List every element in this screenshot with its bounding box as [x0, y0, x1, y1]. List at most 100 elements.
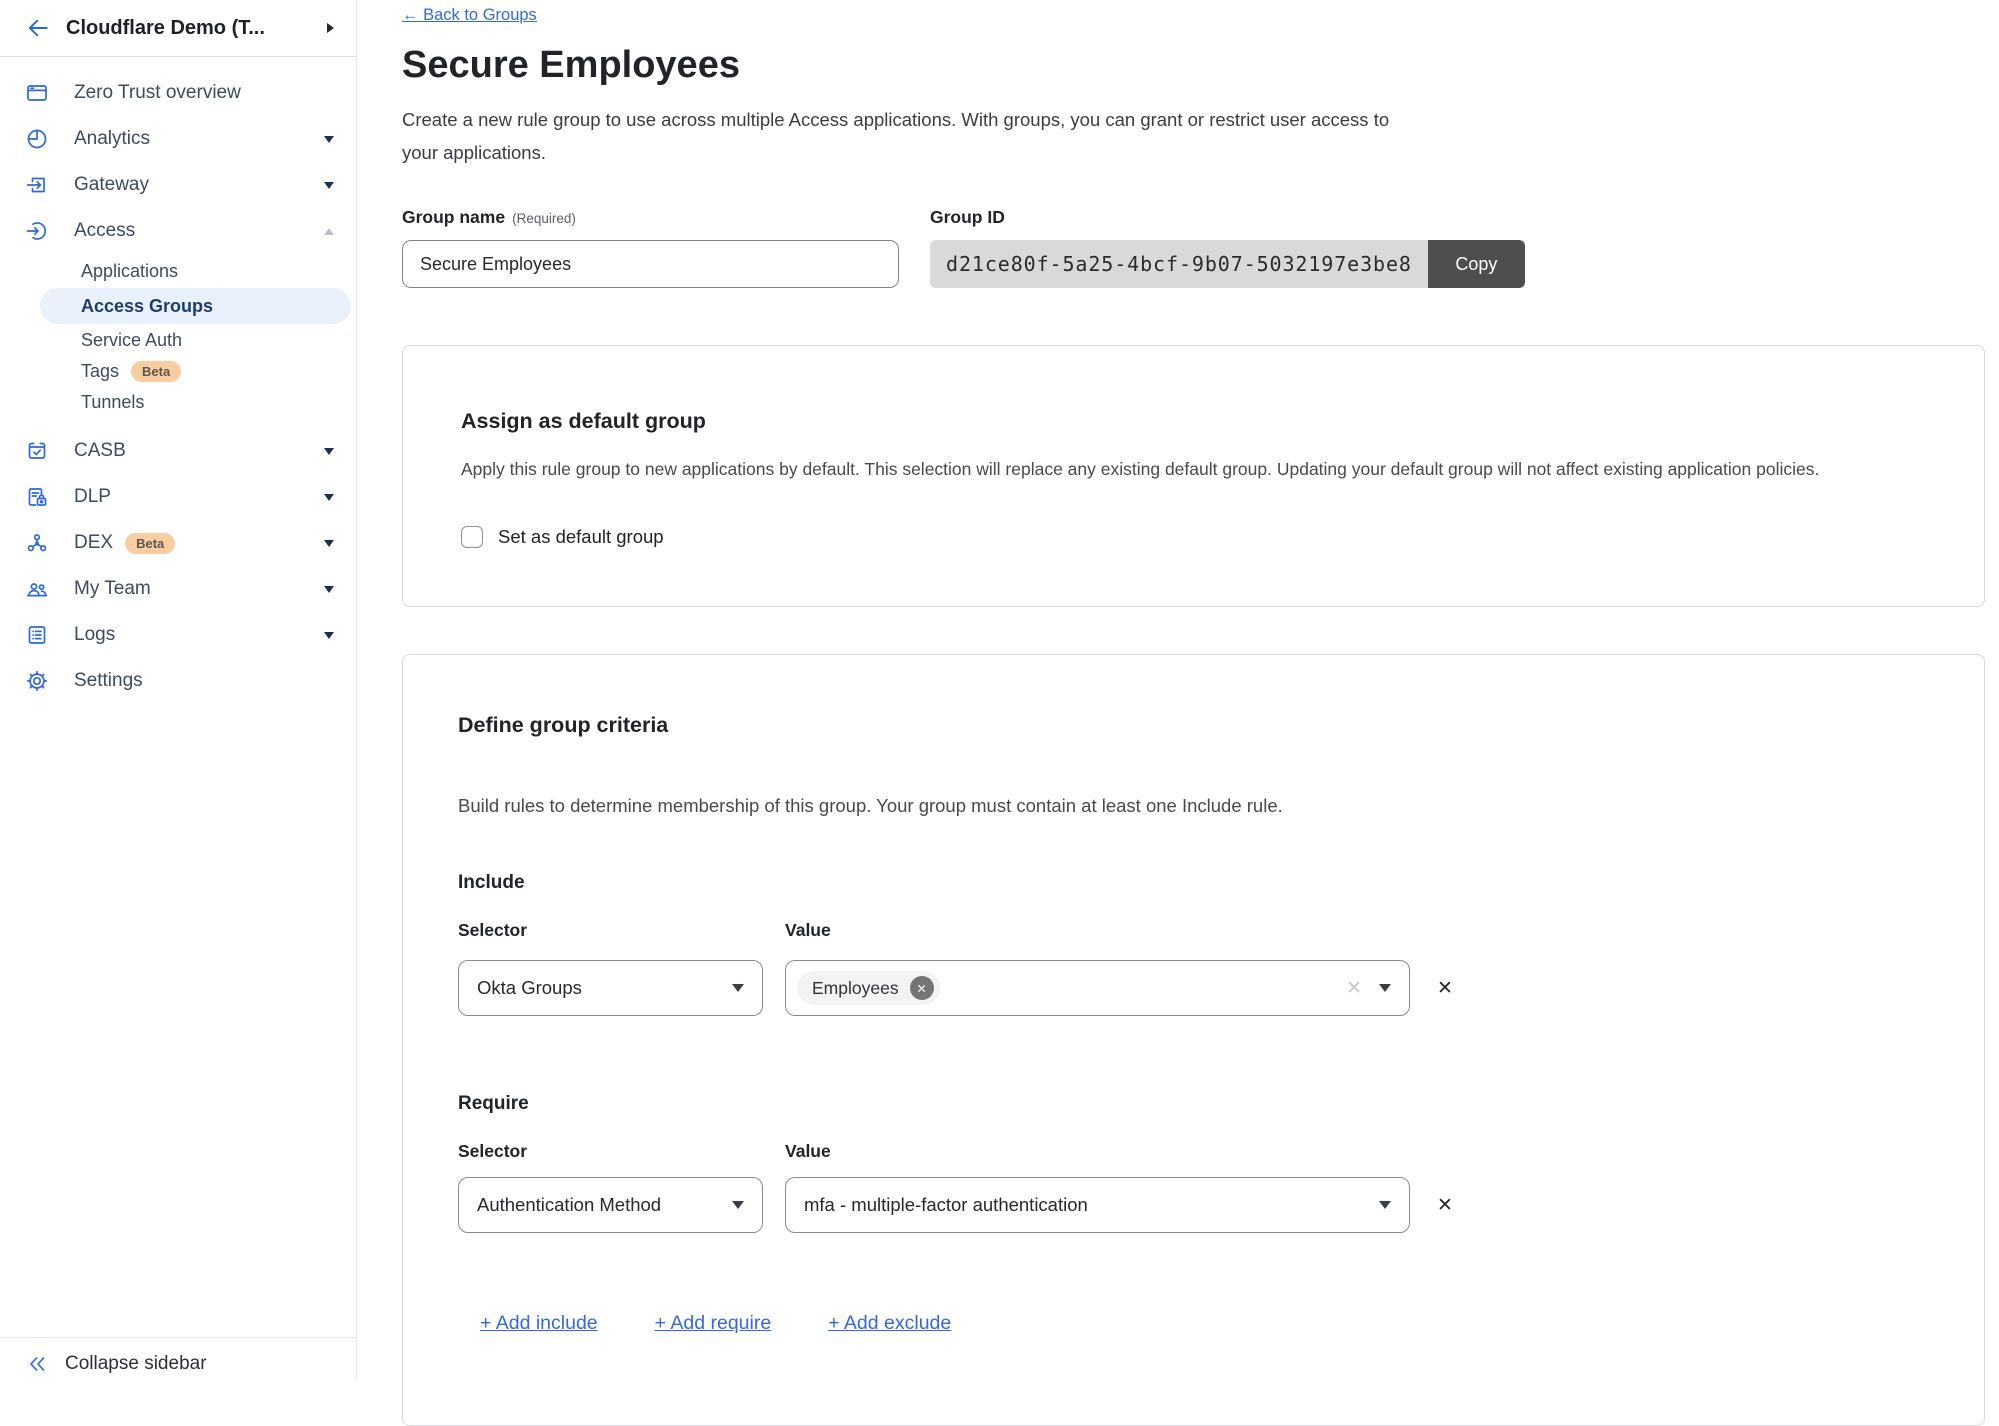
beta-badge: Beta	[131, 361, 181, 382]
sidebar-item-label: DLP	[74, 486, 324, 508]
include-rule-row: Okta Groups Employees ✕ ✕ ✕	[458, 960, 1929, 1016]
group-id-label: Group ID	[930, 207, 1525, 228]
sidebar-item-dlp[interactable]: DLP	[0, 474, 356, 520]
include-selector-dropdown[interactable]: Okta Groups	[458, 960, 763, 1016]
sidebar-item-label: Tunnels	[81, 392, 144, 413]
back-arrow-button[interactable]	[25, 15, 51, 41]
require-value: mfa - multiple-factor authentication	[804, 1194, 1088, 1216]
chevron-down-icon	[324, 494, 334, 501]
sidebar-item-label: Access	[74, 220, 324, 242]
require-selector-value: Authentication Method	[477, 1194, 661, 1216]
sidebar-item-access[interactable]: Access	[0, 208, 356, 254]
sidebar-item-logs[interactable]: Logs	[0, 612, 356, 658]
value-chip-label: Employees	[812, 978, 899, 999]
back-to-groups-link[interactable]: ← Back to Groups	[402, 6, 537, 25]
require-rule-row: Authentication Method mfa - multiple-fac…	[458, 1177, 1929, 1233]
set-default-group-label: Set as default group	[498, 526, 664, 548]
value-chip: Employees ✕	[797, 971, 940, 1005]
chevron-down-icon	[1379, 1201, 1391, 1209]
criteria-card: Define group criteria Build rules to det…	[402, 654, 1985, 1426]
rule-actions: + Add include + Add require + Add exclud…	[458, 1312, 1929, 1335]
sidebar-header: Cloudflare Demo (T...	[0, 0, 356, 57]
chevron-up-icon	[324, 228, 334, 235]
set-default-group-row: Set as default group	[461, 526, 1926, 548]
page-description: Create a new rule group to use across mu…	[402, 103, 1412, 169]
sidebar-item-access-groups[interactable]: Access Groups	[40, 288, 351, 324]
sidebar-item-tunnels[interactable]: Tunnels	[0, 387, 356, 418]
chip-remove-icon[interactable]: ✕	[910, 976, 934, 1000]
chevron-right-icon[interactable]	[327, 23, 334, 33]
casb-icon	[25, 439, 49, 463]
sidebar-item-applications[interactable]: Applications	[0, 256, 356, 287]
include-value-label: Value	[785, 920, 831, 941]
require-labels: Selector Value	[458, 1141, 1929, 1162]
sidebar-item-my-team[interactable]: My Team	[0, 566, 356, 612]
dlp-icon	[25, 485, 49, 509]
chevron-down-icon	[1379, 984, 1391, 992]
back-arrow-icon	[25, 15, 51, 41]
chevron-down-icon	[324, 540, 334, 547]
default-group-card-title: Assign as default group	[461, 408, 1926, 434]
sidebar-item-zero-trust-overview[interactable]: Zero Trust overview	[0, 70, 356, 116]
sidebar-item-gateway[interactable]: Gateway	[0, 162, 356, 208]
sidebar-item-settings[interactable]: Settings	[0, 658, 356, 704]
chevron-down-icon	[324, 632, 334, 639]
include-labels: Selector Value	[458, 920, 1929, 941]
require-value-label: Value	[785, 1141, 831, 1162]
required-hint: (Required)	[512, 211, 576, 226]
criteria-card-description: Build rules to determine membership of t…	[458, 794, 1888, 818]
include-value-multiselect[interactable]: Employees ✕ ✕	[785, 960, 1410, 1016]
sidebar-item-label: Zero Trust overview	[74, 82, 334, 104]
chevron-down-icon	[732, 1201, 744, 1209]
require-heading: Require	[458, 1093, 1929, 1115]
default-group-card: Assign as default group Apply this rule …	[402, 345, 1985, 607]
group-id-value: d21ce80f-5a25-4bcf-9b07-5032197e3be8	[930, 240, 1428, 288]
collapse-sidebar-label: Collapse sidebar	[65, 1353, 207, 1375]
sidebar-item-label: Settings	[74, 670, 334, 692]
add-exclude-link[interactable]: + Add exclude	[828, 1312, 951, 1335]
group-name-label: Group name	[402, 207, 505, 227]
remove-include-rule-button[interactable]: ✕	[1437, 977, 1453, 1000]
copy-button[interactable]: Copy	[1428, 240, 1525, 288]
analytics-icon	[25, 127, 49, 151]
logs-icon	[25, 623, 49, 647]
dex-icon	[25, 531, 49, 555]
gateway-icon	[25, 173, 49, 197]
chevron-down-icon	[324, 586, 334, 593]
sidebar-item-label: DEXBeta	[74, 532, 324, 554]
sidebar-item-tags[interactable]: Tags Beta	[0, 356, 356, 387]
sidebar-item-label: Service Auth	[81, 330, 182, 351]
add-require-link[interactable]: + Add require	[655, 1312, 772, 1335]
group-name-input[interactable]	[402, 240, 899, 288]
account-title: Cloudflare Demo (T...	[66, 17, 312, 40]
sidebar-item-dex[interactable]: DEXBeta	[0, 520, 356, 566]
sidebar-nav: Zero Trust overview Analytics Gateway	[0, 57, 356, 704]
sidebar-item-analytics[interactable]: Analytics	[0, 116, 356, 162]
remove-require-rule-button[interactable]: ✕	[1437, 1194, 1453, 1217]
sidebar-item-label: Tags	[81, 361, 119, 382]
criteria-card-title: Define group criteria	[458, 712, 1929, 738]
sidebar-item-label: Access Groups	[81, 296, 213, 317]
collapse-sidebar-icon	[25, 1352, 49, 1376]
sidebar: Cloudflare Demo (T... Zero Trust overvie…	[0, 0, 357, 1381]
chevron-down-icon	[324, 136, 334, 143]
overview-icon	[25, 81, 49, 105]
require-selector-dropdown[interactable]: Authentication Method	[458, 1177, 763, 1233]
sidebar-item-service-auth[interactable]: Service Auth	[0, 325, 356, 356]
add-include-link[interactable]: + Add include	[480, 1312, 598, 1335]
beta-badge: Beta	[125, 533, 175, 554]
team-icon	[25, 577, 49, 601]
chevron-down-icon	[324, 182, 334, 189]
chevron-down-icon	[324, 448, 334, 455]
sidebar-item-label: CASB	[74, 440, 324, 462]
page-title: Secure Employees	[402, 43, 1985, 87]
clear-icon[interactable]: ✕	[1346, 977, 1362, 1000]
include-selector-value: Okta Groups	[477, 977, 582, 999]
set-default-group-checkbox[interactable]	[461, 526, 483, 548]
chevron-down-icon	[732, 984, 744, 992]
access-icon	[25, 219, 49, 243]
require-value-dropdown[interactable]: mfa - multiple-factor authentication	[785, 1177, 1410, 1233]
collapse-sidebar-button[interactable]: Collapse sidebar	[0, 1337, 356, 1381]
sidebar-item-label: My Team	[74, 578, 324, 600]
sidebar-item-casb[interactable]: CASB	[0, 428, 356, 474]
